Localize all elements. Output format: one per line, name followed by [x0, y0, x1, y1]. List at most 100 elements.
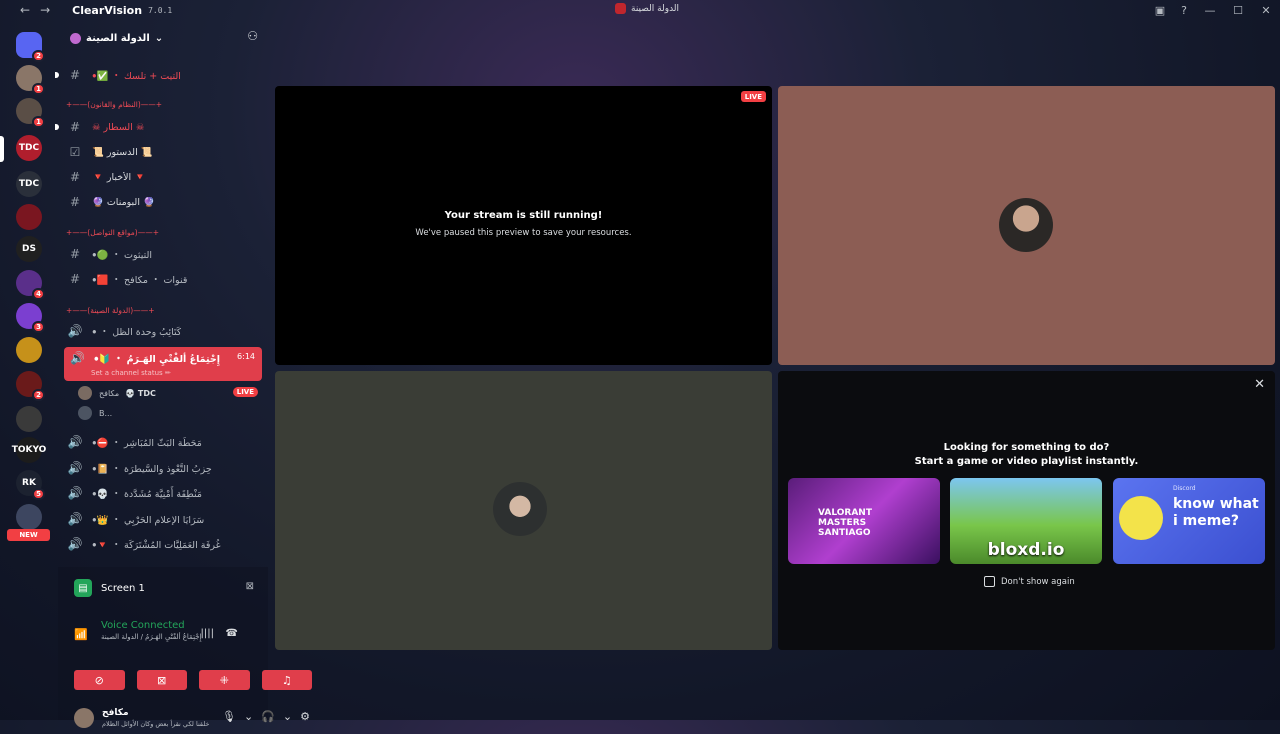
text-channel[interactable]: # ꔷ🟥 ・ قنوات ・ مكافح: [64, 268, 264, 290]
title-bar: ← → ClearVision 7.0.1 الدولة الصينة ▣ ? …: [0, 0, 1280, 20]
server-icon[interactable]: 1: [16, 98, 45, 128]
server-icon[interactable]: TOKYO: [12, 437, 46, 463]
headphones-icon[interactable]: 🎧: [261, 710, 275, 723]
channel-status-input[interactable]: Set a channel status ✏: [91, 369, 171, 377]
minimize-icon[interactable]: —: [1196, 4, 1224, 17]
hash-icon: #: [69, 247, 81, 261]
voice-user[interactable]: مكافح 💀 TDC LIVE: [78, 384, 258, 402]
voice-user[interactable]: B...: [78, 404, 258, 422]
speaker-icon: 🔊: [67, 486, 83, 500]
hash-icon: ☑: [69, 145, 81, 159]
add-member-icon[interactable]: ⚇: [247, 29, 258, 43]
dont-show-again[interactable]: Don't show again: [984, 576, 1075, 587]
text-channel[interactable]: # ꔷ✅ ・ التيت + تلسك: [55, 64, 264, 86]
channel-name: ꔷ📔 ・ حِزبُ التَّعْوِذ والسَّيطرَة: [92, 464, 212, 475]
guild-header[interactable]: الدولة الصينة ⌄: [70, 28, 163, 48]
screen-share-row[interactable]: ▤ Screen 1 ⊠: [74, 577, 254, 599]
channel-name: ꔷ🔻 ・ غُرفَة العَمَلِيَّات المُشْتَرَكَة: [92, 540, 221, 551]
speaker-icon: 🔊: [67, 435, 83, 449]
participant-tile[interactable]: [778, 86, 1275, 365]
chevron-down-icon: ⌄: [154, 32, 164, 44]
close-icon[interactable]: ✕: [1254, 377, 1265, 392]
voice-channel[interactable]: 🔊 ꔷ💀 ・ مَنْطِقَة أَمْنِيَّة مُشَدَّدة: [64, 482, 264, 504]
server-icon[interactable]: 2: [16, 371, 45, 401]
speaker-icon: 🔊: [70, 351, 85, 365]
dont-show-label: Don't show again: [1001, 576, 1075, 587]
participant-tile[interactable]: [275, 371, 772, 650]
server-icon[interactable]: 4: [16, 270, 45, 300]
soundboard-button[interactable]: ♫: [261, 670, 312, 690]
back-icon[interactable]: ←: [20, 3, 30, 17]
activity-card-bloxd[interactable]: bloxd.io: [950, 478, 1102, 564]
mention-badge: 4: [32, 288, 45, 300]
server-abbr: DS: [22, 244, 36, 254]
category-header[interactable]: +——(النظام والقانون)——+: [66, 100, 256, 109]
voice-channel[interactable]: 🔊 ꔷ ・ كَتَائِبُ وحدة الظل: [64, 320, 264, 342]
server-icon[interactable]: 1: [16, 65, 45, 95]
screen-label: Screen 1: [101, 582, 145, 594]
channel-sidebar: الدولة الصينة ⌄ ⚇ # ꔷ✅ ・ التيت + تلسك +——(…: [55, 24, 312, 728]
camera-off-button[interactable]: ⊘: [74, 670, 125, 690]
stream-tile[interactable]: LIVE Your stream is still running! We've…: [275, 86, 772, 365]
server-icon[interactable]: TDC: [16, 135, 42, 161]
text-channel[interactable]: # 🔻 الأخبار 🔻: [64, 166, 264, 188]
category-header[interactable]: +——(الدولة الصينة)——+: [66, 306, 256, 315]
hash-icon: #: [69, 120, 81, 134]
server-abbr: TDC: [18, 179, 40, 189]
channel-timer: 6:14: [237, 352, 255, 361]
activity-button[interactable]: ⁜: [199, 670, 250, 690]
server-icon[interactable]: [16, 337, 42, 363]
forward-icon[interactable]: →: [40, 3, 50, 17]
text-channel[interactable]: # 🔮 البومنات 🔮: [64, 191, 264, 213]
text-channel[interactable]: # ☠︎ السطار ☠︎: [55, 116, 264, 138]
activity-card-know-what-i-meme[interactable]: Discord know what i meme?: [1113, 478, 1265, 564]
gear-icon[interactable]: ⚙: [300, 710, 310, 723]
inbox-icon[interactable]: ▣: [1148, 4, 1172, 17]
unread-indicator: [55, 124, 59, 130]
titlebar-controls: ▣ ? — ☐ ✕: [1148, 0, 1280, 20]
category-name: +——(الدولة الصينة)——+: [66, 306, 155, 315]
text-channel[interactable]: ☑ 📜 الدستور 📜: [64, 141, 264, 163]
voice-status[interactable]: Voice Connected: [101, 620, 185, 631]
voice-channel[interactable]: 🔊 ꔷ⛔ ・ مَحَطَة البَثّ المُبَاشِر: [64, 431, 264, 453]
chevron-down-icon[interactable]: ⌄: [244, 710, 253, 723]
voice-channel[interactable]: 🔊 ꔷ🔻 ・ غُرفَة العَمَلِيَّات المُشْتَرَكَة: [64, 533, 264, 555]
text-channel[interactable]: # ꔷ🟢 ・ التيثوت: [64, 243, 264, 265]
microphone-icon[interactable]: 🎙: [222, 710, 236, 723]
avatar[interactable]: [74, 708, 94, 728]
server-icon[interactable]: RK 5: [16, 470, 45, 500]
activity-picker: ✕ Looking for something to do? Start a g…: [778, 371, 1275, 650]
noise-suppression-icon[interactable]: ||||: [201, 628, 214, 639]
server-icon[interactable]: [16, 204, 42, 230]
voice-channel[interactable]: 🔊 ꔷ👑 ・ سَرَايَا الإعلام الحَرْبِي: [64, 508, 264, 530]
help-icon[interactable]: ?: [1172, 4, 1196, 17]
stop-screen-icon[interactable]: ⊠: [246, 581, 254, 592]
category-header[interactable]: +——(مواقع التواصل)——+: [66, 228, 256, 237]
server-icon[interactable]: 2: [16, 32, 45, 62]
maximize-icon[interactable]: ☐: [1224, 4, 1252, 17]
channel-name: ꔷ🟥 ・ قنوات ・ مكافح: [92, 275, 188, 286]
disconnect-icon[interactable]: ☎: [226, 628, 238, 639]
checkbox[interactable]: [984, 576, 995, 587]
chevron-down-icon[interactable]: ⌄: [283, 710, 292, 723]
server-icon[interactable]: DS: [16, 236, 42, 262]
activity-heading: Looking for something to do?: [943, 442, 1110, 453]
activity-card-valorant[interactable]: VALORANT MASTERS SANTIAGO: [788, 478, 940, 564]
active-channel-name: ꔷ🔰 ・ إِجْتِمَاعُ ألفْتْيِ الهَـرَمُ: [94, 354, 220, 365]
avatar: [78, 406, 92, 420]
activity-icon: ⁜: [219, 673, 229, 687]
server-icon[interactable]: TDC: [16, 171, 42, 197]
voice-actions: ⊘ ⊠ ⁜ ♫: [74, 670, 312, 690]
channel-name: ꔷ💀 ・ مَنْطِقَة أَمْنِيَّة مُشَدَّدة: [92, 489, 203, 500]
server-icon[interactable]: [16, 406, 42, 432]
voice-channel[interactable]: 🔊 ꔷ📔 ・ حِزبُ التَّعْوِذ والسَّيطرَة: [64, 457, 264, 479]
stop-share-button[interactable]: ⊠: [136, 670, 187, 690]
server-icon[interactable]: 3: [16, 303, 45, 333]
soundboard-icon: ♫: [281, 673, 292, 687]
active-voice-channel[interactable]: 🔊 ꔷ🔰 ・ إِجْتِمَاعُ ألفْتْيِ الهَـرَمُ 6:…: [64, 347, 262, 381]
app-name: ClearVision: [72, 3, 143, 17]
close-icon[interactable]: ✕: [1252, 4, 1280, 17]
voice-channel-path[interactable]: إِجْتِمَاعُ ألفْتْيِ الهَـرَمُ / الدولة …: [101, 633, 202, 641]
server-icon[interactable]: [16, 504, 42, 530]
screen-share-icon: ▤: [74, 579, 92, 597]
